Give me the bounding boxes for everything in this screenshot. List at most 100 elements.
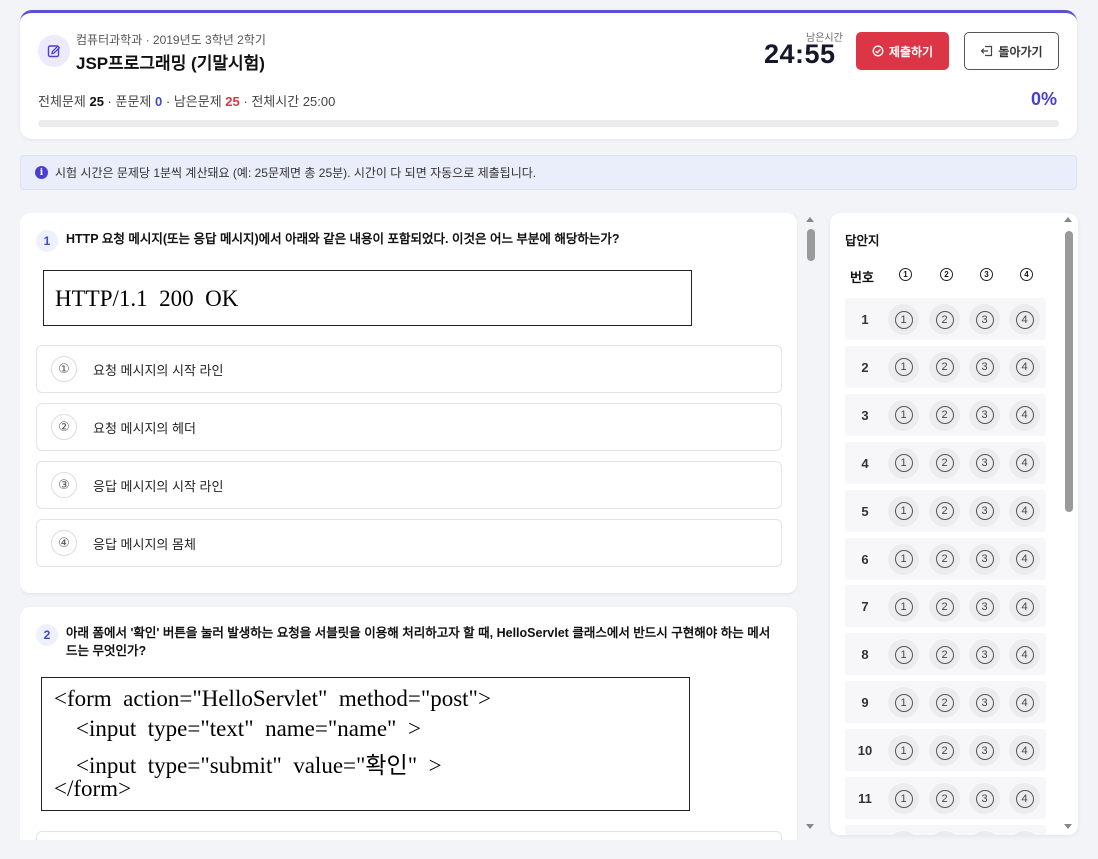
option-header-4: 4 <box>1020 268 1033 281</box>
bubble-label: 1 <box>894 741 913 760</box>
scroll-down-arrow-icon[interactable] <box>1064 824 1072 829</box>
bubble-label: 3 <box>975 789 994 808</box>
choice-option-1[interactable]: ① 요청 메시지의 시작 라인 <box>36 345 782 393</box>
answer-bubble-3[interactable]: 3 <box>969 735 1000 767</box>
answer-bubble-2[interactable]: 2 <box>929 687 960 719</box>
answer-bubble-4[interactable]: 4 <box>1009 639 1040 671</box>
choice-option-1[interactable] <box>36 831 782 840</box>
answer-row: 3 1 2 3 4 <box>845 393 1046 436</box>
answer-bubble-2[interactable]: 2 <box>929 447 960 479</box>
bubble-label: 2 <box>935 502 954 521</box>
answer-bubble-4[interactable]: 4 <box>1009 591 1040 623</box>
answer-bubble-1[interactable]: 1 <box>888 830 919 835</box>
bubble-label: 3 <box>975 454 994 473</box>
answer-bubble-1[interactable]: 1 <box>888 495 919 527</box>
answer-bubble-1[interactable]: 1 <box>888 351 919 383</box>
answer-row-number: 6 <box>861 551 869 567</box>
answer-bubble-2[interactable]: 2 <box>929 304 960 335</box>
answer-bubble-2[interactable]: 2 <box>929 351 960 383</box>
answer-row-number: 5 <box>861 503 869 519</box>
answer-bubble-1[interactable]: 1 <box>888 591 919 623</box>
answer-row: 2 1 2 3 4 <box>845 345 1046 388</box>
scroll-thumb[interactable] <box>807 229 815 261</box>
scroll-thumb[interactable] <box>1065 231 1073 512</box>
back-label: 돌아가기 <box>998 44 1043 59</box>
answer-bubble-2[interactable]: 2 <box>929 639 960 671</box>
bubble-label: 1 <box>894 406 913 425</box>
bubble-label: 4 <box>1015 741 1034 760</box>
scroll-down-arrow-icon[interactable] <box>806 824 814 829</box>
answer-bubble-4[interactable]: 4 <box>1009 304 1040 335</box>
answer-row: 8 1 2 3 4 <box>845 633 1046 676</box>
question-card: 2 아래 폼에서 '확인' 버튼을 눌러 발생하는 요청을 서블릿을 이용해 처… <box>20 607 797 840</box>
submit-button[interactable]: 제출하기 <box>856 32 949 70</box>
answer-bubble-2[interactable]: 2 <box>929 591 960 623</box>
answer-bubble-1[interactable]: 1 <box>888 639 919 671</box>
answer-bubble-4[interactable]: 4 <box>1009 783 1040 814</box>
answer-bubble-1[interactable]: 1 <box>888 447 919 479</box>
question-figure: HTTP/1.1 200 OK <box>43 270 692 326</box>
bubble-label: 2 <box>935 406 954 425</box>
answer-bubble-4[interactable]: 4 <box>1009 351 1040 383</box>
answer-bubble-2[interactable]: 2 <box>929 543 960 575</box>
answer-bubble-3[interactable]: 3 <box>969 447 1000 479</box>
exit-arrow-icon <box>981 45 993 57</box>
question-scrollbar[interactable] <box>804 213 818 833</box>
answer-bubble-4[interactable]: 4 <box>1009 687 1040 719</box>
answer-bubble-2[interactable]: 2 <box>929 783 960 814</box>
exam-stats: 전체문제 25 · 푼문제 0 · 남은문제 25 · 전체시간 25:00 <box>38 94 336 109</box>
answer-bubble-3[interactable]: 3 <box>969 830 1000 835</box>
answer-bubble-4[interactable]: 4 <box>1009 735 1040 767</box>
answer-row: 121234 <box>845 824 1046 835</box>
answer-bubble-2[interactable]: 2 <box>929 495 960 527</box>
answer-bubble-3[interactable]: 3 <box>969 304 1000 335</box>
answer-bubble-1[interactable]: 1 <box>888 735 919 767</box>
bubble-label: 3 <box>975 693 994 712</box>
answer-bubble-3[interactable]: 3 <box>969 543 1000 575</box>
bubble-label: 3 <box>975 597 994 616</box>
answer-bubble-1[interactable]: 1 <box>888 543 919 575</box>
choice-mark: ① <box>51 356 77 382</box>
info-notice: i 시험 시간은 문제당 1분씩 계산돼요 (예: 25문제면 총 25분). … <box>20 155 1077 190</box>
bubble-label: 1 <box>894 789 913 808</box>
bubble-label: 4 <box>1015 645 1034 664</box>
bubble-label: 2 <box>935 597 954 616</box>
answer-bubble-2[interactable]: 2 <box>929 830 960 835</box>
answer-bubble-3[interactable]: 3 <box>969 399 1000 431</box>
answer-bubble-4[interactable]: 4 <box>1009 830 1040 835</box>
choice-option-3[interactable]: ③ 응답 메시지의 시작 라인 <box>36 461 782 509</box>
answer-bubble-2[interactable]: 2 <box>929 399 960 431</box>
answer-bubble-4[interactable]: 4 <box>1009 495 1040 527</box>
answer-bubble-4[interactable]: 4 <box>1009 447 1040 479</box>
figure-line: </form> <box>54 776 132 801</box>
choice-option-4[interactable]: ④ 응답 메시지의 몸체 <box>36 519 782 567</box>
bubble-label: 2 <box>935 645 954 664</box>
answer-row: 5 1 2 3 4 <box>845 489 1046 532</box>
answer-row: 7 1 2 3 4 <box>845 585 1046 628</box>
answer-bubble-2[interactable]: 2 <box>929 735 960 767</box>
answer-bubble-3[interactable]: 3 <box>969 591 1000 623</box>
answer-bubble-3[interactable]: 3 <box>969 495 1000 527</box>
total-time: 25:00 <box>302 94 336 109</box>
back-button[interactable]: 돌아가기 <box>964 32 1059 70</box>
answer-sheet: 답안지 번호 1 2 3 4 1123421234312344123451234… <box>830 213 1078 835</box>
answer-bubble-1[interactable]: 1 <box>888 687 919 719</box>
choice-text: 요청 메시지의 헤더 <box>93 420 196 436</box>
answer-bubble-3[interactable]: 3 <box>969 639 1000 671</box>
answer-bubble-1[interactable]: 1 <box>888 399 919 431</box>
choice-option-2[interactable]: ② 요청 메시지의 헤더 <box>36 403 782 451</box>
bubble-label: 2 <box>935 693 954 712</box>
answer-bubble-3[interactable]: 3 <box>969 783 1000 814</box>
answer-bubble-1[interactable]: 1 <box>888 304 919 335</box>
answer-bubble-1[interactable]: 1 <box>888 783 919 814</box>
answer-bubble-3[interactable]: 3 <box>969 351 1000 383</box>
answer-sheet-scrollbar[interactable] <box>1062 213 1076 833</box>
scroll-up-arrow-icon[interactable] <box>1064 217 1072 222</box>
figure-line: HTTP/1.1 200 OK <box>55 286 239 311</box>
submit-label: 제출하기 <box>888 44 934 59</box>
scroll-up-arrow-icon[interactable] <box>806 217 814 222</box>
answer-bubble-3[interactable]: 3 <box>969 687 1000 719</box>
answer-bubble-4[interactable]: 4 <box>1009 543 1040 575</box>
answer-bubble-4[interactable]: 4 <box>1009 399 1040 431</box>
answer-row-number: 11 <box>858 791 872 806</box>
